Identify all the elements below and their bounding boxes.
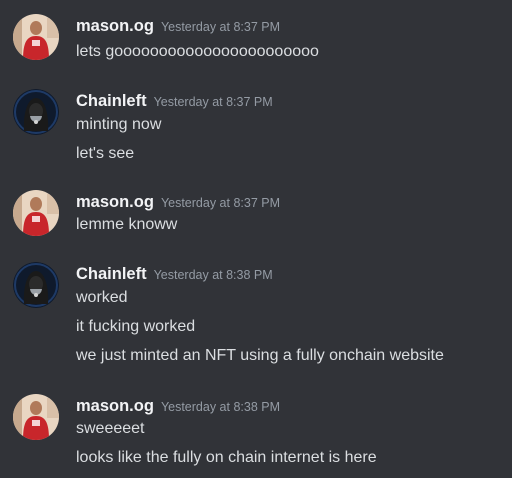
username[interactable]: mason.og [76, 190, 154, 214]
message-group: Chainleft Yesterday at 8:38 PM worked it … [0, 262, 512, 372]
username[interactable]: mason.og [76, 14, 154, 38]
username[interactable]: Chainleft [76, 262, 147, 286]
chat-message-list: mason.og Yesterday at 8:37 PM lets gooooo… [0, 0, 512, 478]
message-text: worked [76, 289, 128, 306]
hooded-figure-avatar[interactable] [13, 262, 59, 308]
timestamp[interactable]: Yesterday at 8:37 PM [161, 15, 280, 39]
person-red-shirt-avatar[interactable] [13, 190, 59, 236]
message-header: Chainleft Yesterday at 8:38 PM [76, 262, 273, 286]
message-text: lemme knoww [76, 216, 178, 233]
message-text: let's see [76, 145, 135, 162]
message-group: Chainleft Yesterday at 8:37 PM minting no… [0, 89, 512, 169]
hooded-figure-avatar[interactable] [13, 89, 59, 135]
message-group: mason.og Yesterday at 8:37 PM lets gooooo… [0, 14, 512, 64]
message-header: mason.og Yesterday at 8:38 PM [76, 394, 280, 418]
message-group: mason.og Yesterday at 8:38 PM sweeeeet lo… [0, 394, 512, 474]
person-red-shirt-avatar[interactable] [13, 14, 59, 60]
message-header: mason.og Yesterday at 8:37 PM [76, 14, 280, 38]
message-group: mason.og Yesterday at 8:37 PM lemme knoww [0, 190, 512, 240]
message-text: it fucking worked [76, 318, 196, 335]
message-header: Chainleft Yesterday at 8:37 PM [76, 89, 273, 113]
timestamp[interactable]: Yesterday at 8:38 PM [154, 263, 273, 287]
message-text: looks like the fully on chain internet i… [76, 449, 377, 466]
username[interactable]: Chainleft [76, 89, 147, 113]
message-text: lets gooooooooooooooooooooooo [76, 43, 319, 60]
timestamp[interactable]: Yesterday at 8:38 PM [161, 395, 280, 419]
timestamp[interactable]: Yesterday at 8:37 PM [161, 191, 280, 215]
person-red-shirt-avatar[interactable] [13, 394, 59, 440]
message-text: sweeeeet [76, 420, 145, 437]
message-text: we just minted an NFT using a fully onch… [76, 347, 444, 364]
message-header: mason.og Yesterday at 8:37 PM [76, 190, 280, 214]
message-text: minting now [76, 116, 162, 133]
timestamp[interactable]: Yesterday at 8:37 PM [154, 90, 273, 114]
username[interactable]: mason.og [76, 394, 154, 418]
